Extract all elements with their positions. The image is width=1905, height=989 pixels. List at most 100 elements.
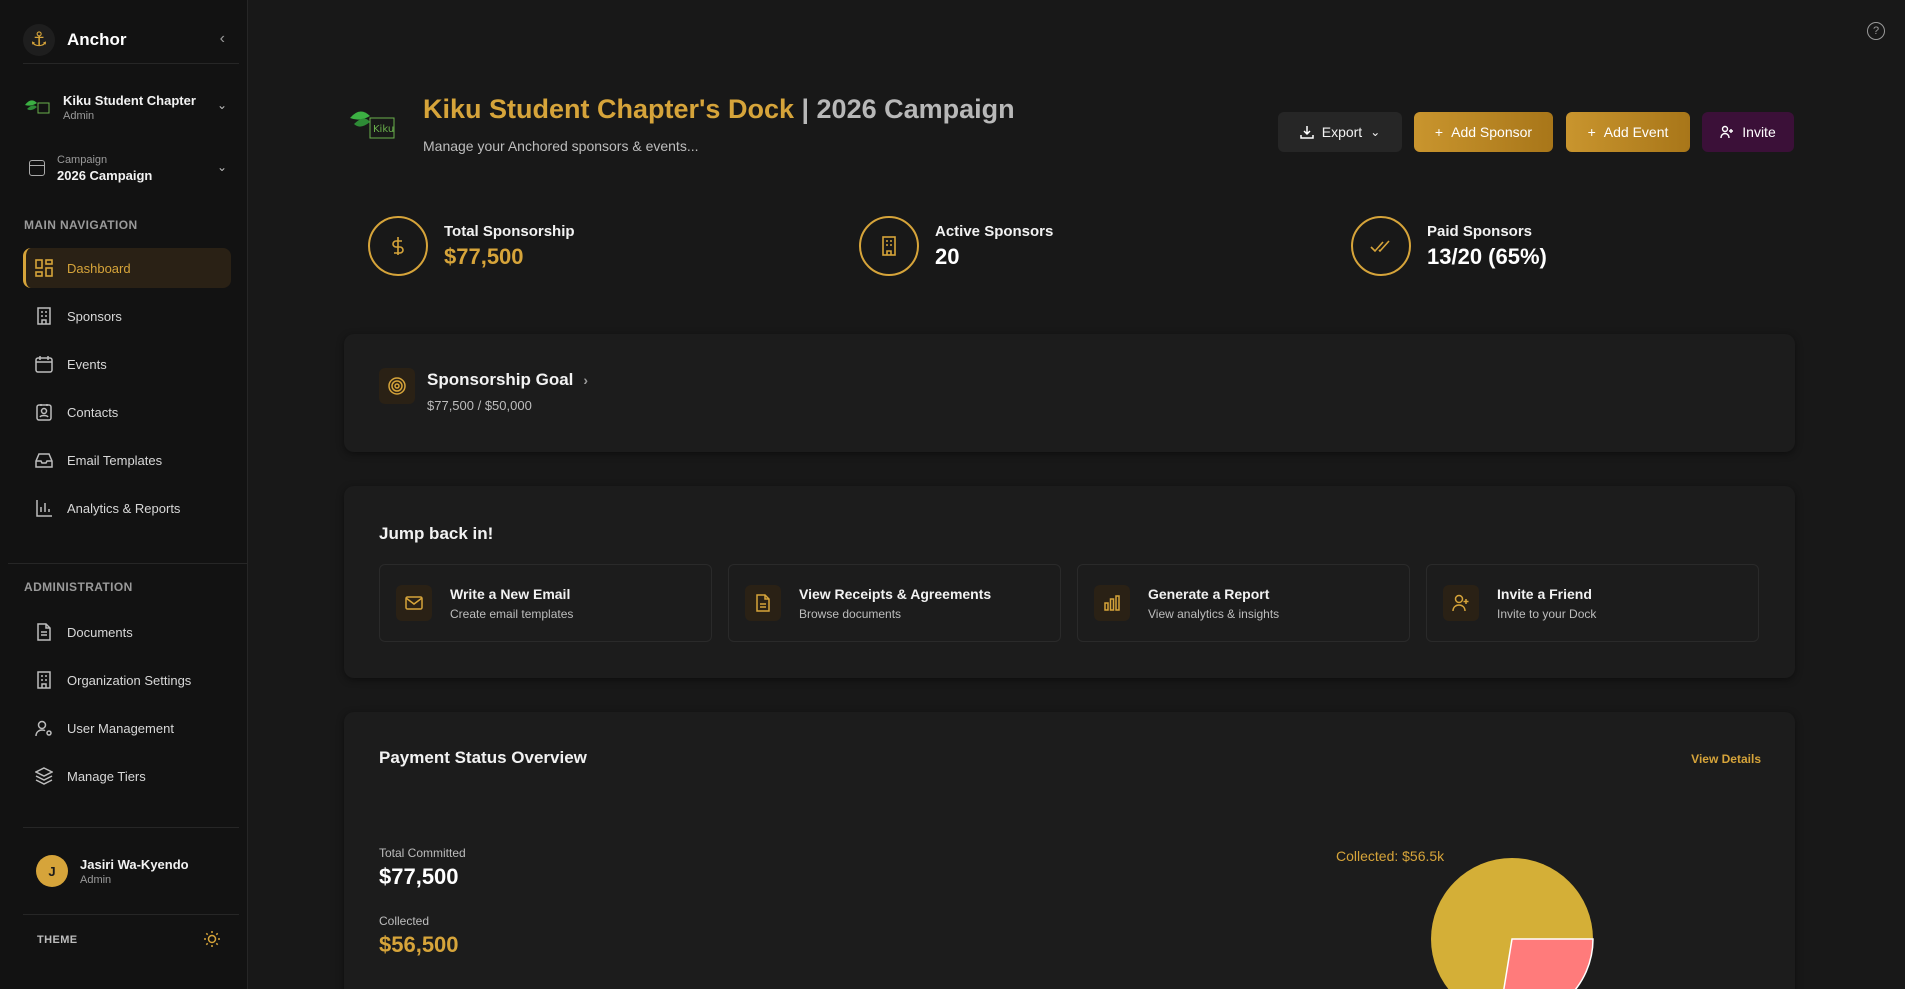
contact-card-icon [35, 403, 53, 421]
sidebar-item-email-templates[interactable]: Email Templates [23, 440, 231, 480]
download-icon [1299, 125, 1314, 139]
sponsorship-goal-link[interactable]: Sponsorship Goal › [427, 370, 588, 390]
sidebar-item-analytics-reports[interactable]: Analytics & Reports [23, 488, 231, 528]
user-role: Admin [80, 873, 112, 886]
jump-back-in-card: Jump back in! Write a New Email Create e… [344, 486, 1795, 678]
total-committed-label: Total Committed [379, 846, 466, 860]
view-details-link[interactable]: View Details [1691, 752, 1761, 766]
sidebar-item-manage-tiers[interactable]: Manage Tiers [23, 756, 231, 796]
quick-action-write-email[interactable]: Write a New Email Create email templates [379, 564, 712, 642]
sidebar-item-sponsors[interactable]: Sponsors [23, 296, 231, 336]
user-plus-icon [1720, 125, 1734, 139]
collapse-sidebar-icon[interactable]: ‹ [220, 30, 225, 48]
sidebar-item-label: Manage Tiers [67, 768, 146, 784]
chevron-down-icon: ⌄ [216, 98, 227, 112]
campaign-name: 2026 Campaign [57, 167, 153, 183]
main-navigation-label: MAIN NAVIGATION [24, 218, 138, 232]
sidebar-item-events[interactable]: Events [23, 344, 231, 384]
org-name: Kiku Student Chapter [63, 92, 196, 108]
plus-icon: + [1434, 124, 1444, 140]
add-event-button[interactable]: + Add Event [1566, 112, 1690, 152]
payment-status-card: Payment Status Overview View Details Tot… [344, 712, 1795, 989]
sidebar-item-documents[interactable]: Documents [23, 612, 231, 652]
user-gear-icon [35, 719, 53, 737]
quick-action-view-receipts[interactable]: View Receipts & Agreements Browse docume… [728, 564, 1061, 642]
add-sponsor-label: Add Sponsor [1451, 124, 1533, 140]
calendar-icon [29, 160, 45, 176]
building-icon [35, 307, 53, 325]
sidebar-divider [8, 563, 248, 564]
theme-label: THEME [37, 934, 78, 946]
goal-title: Sponsorship Goal [427, 370, 574, 389]
dollar-icon [368, 216, 428, 276]
quick-action-title: Invite a Friend [1497, 585, 1592, 602]
chevron-down-icon: ⌄ [1370, 125, 1381, 139]
plus-icon: + [1587, 124, 1596, 140]
invite-button[interactable]: Invite [1702, 112, 1794, 152]
stat-label: Paid Sponsors [1427, 222, 1533, 240]
payment-pie-chart [1431, 858, 1594, 989]
anchor-logo-icon: ⚓ [23, 23, 55, 56]
quick-action-title: Write a New Email [450, 585, 571, 602]
inbox-icon [35, 451, 53, 469]
bar-chart-icon [1094, 585, 1130, 621]
sidebar-item-organization-settings[interactable]: Organization Settings [23, 660, 231, 700]
total-committed-value: $77,500 [379, 864, 459, 889]
goal-progress: $77,500 / $50,000 [427, 398, 532, 413]
stat-paid-sponsors: Paid Sponsors 13/20 (65%) [1351, 216, 1547, 276]
page-title: Kiku Student Chapter's Dock | 2026 Campa… [423, 94, 1015, 125]
sidebar-item-user-management[interactable]: User Management [23, 708, 231, 748]
quick-action-generate-report[interactable]: Generate a Report View analytics & insig… [1077, 564, 1410, 642]
page-subtitle: Manage your Anchored sponsors & events..… [423, 138, 699, 154]
sidebar-item-label: User Management [67, 720, 174, 736]
quick-action-title: View Receipts & Agreements [799, 585, 992, 602]
org-switcher[interactable]: Kiku Student Chapter Admin ⌄ [23, 84, 239, 130]
jump-title: Jump back in! [379, 524, 494, 543]
sidebar-item-label: Documents [67, 624, 133, 640]
stat-value: 13/20 (65%) [1427, 243, 1547, 269]
stat-active-sponsors: Active Sponsors 20 [859, 216, 1053, 276]
export-button[interactable]: Export ⌄ [1278, 112, 1402, 152]
building-icon [35, 671, 53, 689]
quick-action-sub: Create email templates [450, 606, 574, 621]
page-title-campaign: | 2026 Campaign [793, 94, 1015, 124]
sidebar-item-label: Analytics & Reports [67, 500, 181, 516]
pie-collected-label: Collected: $56.5k [1336, 848, 1445, 864]
stat-value: 20 [935, 243, 960, 269]
user-name: Jasiri Wa-Kyendo [80, 856, 189, 872]
user-plus-icon [1443, 585, 1479, 621]
brand: ⚓ Anchor ‹ [23, 16, 239, 64]
bar-chart-icon [35, 499, 53, 517]
sidebar-item-label: Email Templates [67, 452, 163, 468]
help-icon[interactable]: ? [1867, 22, 1885, 40]
sidebar-item-label: Events [67, 356, 107, 372]
org-role: Admin [63, 109, 95, 122]
calendar-icon [35, 355, 53, 373]
chevron-down-icon: ⌄ [216, 160, 227, 174]
sidebar-item-label: Dashboard [67, 260, 131, 276]
document-icon [745, 585, 781, 621]
user-profile[interactable]: J Jasiri Wa-Kyendo Admin [23, 827, 239, 915]
campaign-switcher[interactable]: Campaign 2026 Campaign ⌄ [23, 146, 239, 190]
sun-icon[interactable] [203, 930, 221, 953]
org-logo-icon [23, 93, 51, 121]
quick-action-invite-friend[interactable]: Invite a Friend Invite to your Dock [1426, 564, 1759, 642]
payment-status-title: Payment Status Overview [379, 748, 587, 767]
sidebar-item-label: Contacts [67, 404, 119, 420]
quick-action-title: Generate a Report [1148, 585, 1270, 602]
campaign-label: Campaign [57, 153, 108, 166]
sidebar: ⚓ Anchor ‹ Kiku Student Chapter Admin ⌄ … [0, 0, 248, 989]
target-icon [379, 368, 415, 404]
sidebar-item-contacts[interactable]: Contacts [23, 392, 231, 432]
double-check-icon [1351, 216, 1411, 276]
sponsorship-goal-card: Sponsorship Goal › $77,500 / $50,000 [344, 334, 1795, 452]
quick-action-sub: Invite to your Dock [1497, 606, 1597, 621]
stat-total-sponsorship: Total Sponsorship $77,500 [368, 216, 575, 276]
sidebar-item-dashboard[interactable]: Dashboard [23, 248, 231, 288]
quick-action-sub: Browse documents [799, 606, 902, 621]
add-sponsor-button[interactable]: + Add Sponsor [1414, 112, 1553, 152]
app-name: Anchor [67, 29, 127, 49]
document-icon [35, 623, 53, 641]
stat-value: $77,500 [444, 243, 524, 269]
svg-text:Kiku: Kiku [373, 124, 394, 135]
